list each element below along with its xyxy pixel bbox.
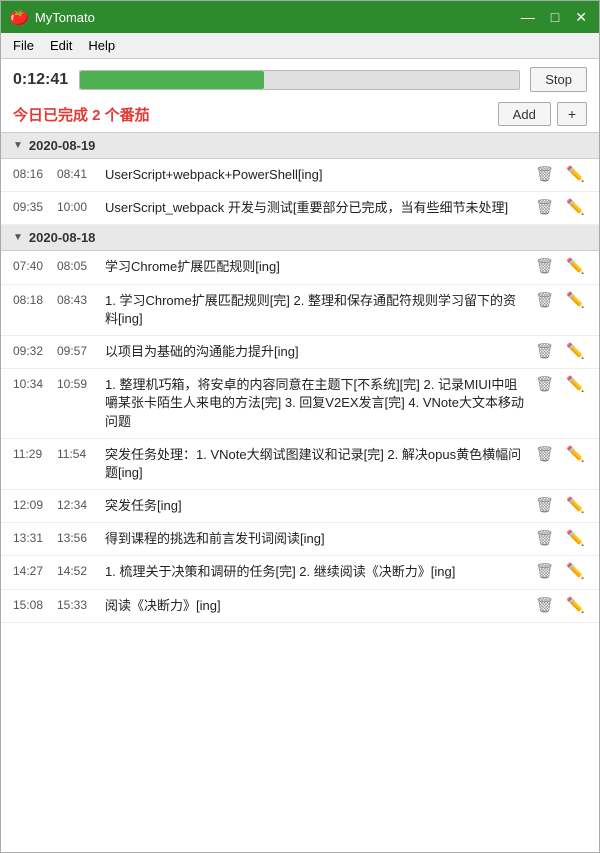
time-end: 10:00	[57, 199, 97, 214]
menu-help[interactable]: Help	[80, 36, 123, 55]
record-text: 学习Chrome扩展匹配规则[ing]	[105, 258, 525, 276]
menu-bar: File Edit Help	[1, 33, 599, 59]
app-icon: 🍅	[9, 7, 29, 27]
date-header[interactable]: ▼ 2020-08-19	[1, 133, 599, 159]
title-controls: — □ ✕	[517, 10, 591, 24]
collapse-icon: ▼	[13, 140, 23, 151]
edit-button[interactable]: ✏️	[564, 530, 587, 546]
date-label: 2020-08-19	[29, 138, 96, 153]
edit-button[interactable]: ✏️	[564, 376, 587, 392]
delete-button[interactable]: 🗑	[533, 530, 556, 546]
time-end: 08:05	[57, 258, 97, 273]
table-row: 08:18 08:43 1. 学习Chrome扩展匹配规则[完] 2. 整理和保…	[1, 285, 599, 336]
time-start: 08:16	[13, 166, 49, 181]
delete-button[interactable]: 🗑	[533, 199, 556, 215]
record-text: 1. 整理机巧箱，将安卓的内容同意在主题下[不系统][完] 2. 记录MIUI中…	[105, 376, 525, 431]
delete-button[interactable]: 🗑	[533, 597, 556, 613]
time-start: 09:35	[13, 199, 49, 214]
delete-button[interactable]: 🗑	[533, 376, 556, 392]
delete-button[interactable]: 🗑	[533, 343, 556, 359]
time-start: 10:34	[13, 376, 49, 391]
progress-bar-container	[79, 70, 520, 90]
timer-display: 0:12:41	[13, 71, 69, 89]
time-end: 13:56	[57, 530, 97, 545]
title-bar: 🍅 MyTomato — □ ✕	[1, 1, 599, 33]
edit-button[interactable]: ✏️	[564, 563, 587, 579]
time-start: 08:18	[13, 292, 49, 307]
table-row: 14:27 14:52 1. 梳理关于决策和调研的任务[完] 2. 继续阅读《决…	[1, 556, 599, 589]
time-end: 08:43	[57, 292, 97, 307]
progress-bar-fill	[80, 71, 264, 89]
stop-button[interactable]: Stop	[530, 67, 587, 92]
add-button[interactable]: Add	[498, 102, 551, 126]
toolbar: 0:12:41 Stop	[1, 59, 599, 100]
time-start: 15:08	[13, 597, 49, 612]
record-text: 得到课程的挑选和前言发刊词阅读[ing]	[105, 530, 525, 548]
table-row: 09:32 09:57 以项目为基础的沟通能力提升[ing] 🗑 ✏️	[1, 336, 599, 369]
time-start: 13:31	[13, 530, 49, 545]
edit-button[interactable]: ✏️	[564, 166, 587, 182]
edit-button[interactable]: ✏️	[564, 497, 587, 513]
menu-file[interactable]: File	[5, 36, 42, 55]
title-left: 🍅 MyTomato	[9, 7, 95, 27]
table-row: 12:09 12:34 突发任务[ing] 🗑 ✏️	[1, 490, 599, 523]
table-row: 15:08 15:33 阅读《决断力》[ing] 🗑 ✏️	[1, 590, 599, 623]
record-list[interactable]: ▼ 2020-08-19 08:16 08:41 UserScript+webpa…	[1, 132, 599, 852]
delete-button[interactable]: 🗑	[533, 497, 556, 513]
collapse-icon: ▼	[13, 232, 23, 243]
maximize-button[interactable]: □	[547, 10, 563, 24]
menu-edit[interactable]: Edit	[42, 36, 80, 55]
app-title: MyTomato	[35, 10, 95, 25]
table-row: 13:31 13:56 得到课程的挑选和前言发刊词阅读[ing] 🗑 ✏️	[1, 523, 599, 556]
status-bar: 今日已完成 2 个番茄 Add +	[1, 100, 599, 132]
table-row: 09:35 10:00 UserScript_webpack 开发与测试[重要部…	[1, 192, 599, 225]
edit-button[interactable]: ✏️	[564, 292, 587, 308]
time-end: 11:54	[57, 446, 97, 461]
status-text: 今日已完成 2 个番茄	[13, 104, 150, 125]
time-end: 15:33	[57, 597, 97, 612]
time-start: 09:32	[13, 343, 49, 358]
close-button[interactable]: ✕	[571, 10, 591, 24]
delete-button[interactable]: 🗑	[533, 563, 556, 579]
edit-button[interactable]: ✏️	[564, 343, 587, 359]
delete-button[interactable]: 🗑	[533, 292, 556, 308]
main-window: 🍅 MyTomato — □ ✕ File Edit Help 0:12:41 …	[0, 0, 600, 853]
minimize-button[interactable]: —	[517, 10, 539, 24]
record-text: 以项目为基础的沟通能力提升[ing]	[105, 343, 525, 361]
date-label: 2020-08-18	[29, 230, 96, 245]
record-text: 突发任务处理：1. VNote大纲试图建议和记录[完] 2. 解决opus黄色横…	[105, 446, 525, 482]
delete-button[interactable]: 🗑	[533, 166, 556, 182]
record-text: 突发任务[ing]	[105, 497, 525, 515]
time-end: 10:59	[57, 376, 97, 391]
time-start: 14:27	[13, 563, 49, 578]
edit-button[interactable]: ✏️	[564, 597, 587, 613]
table-row: 10:34 10:59 1. 整理机巧箱，将安卓的内容同意在主题下[不系统][完…	[1, 369, 599, 439]
date-group: ▼ 2020-08-18 07:40 08:05 学习Chrome扩展匹配规则[i…	[1, 225, 599, 622]
plus-button[interactable]: +	[557, 102, 587, 126]
time-start: 11:29	[13, 446, 49, 461]
table-row: 08:16 08:41 UserScript+webpack+PowerShel…	[1, 159, 599, 192]
time-end: 09:57	[57, 343, 97, 358]
delete-button[interactable]: 🗑	[533, 446, 556, 462]
record-text: 1. 梳理关于决策和调研的任务[完] 2. 继续阅读《决断力》[ing]	[105, 563, 525, 581]
table-row: 11:29 11:54 突发任务处理：1. VNote大纲试图建议和记录[完] …	[1, 439, 599, 490]
record-text: UserScript+webpack+PowerShell[ing]	[105, 166, 525, 184]
date-group: ▼ 2020-08-19 08:16 08:41 UserScript+webpa…	[1, 133, 599, 225]
delete-button[interactable]: 🗑	[533, 258, 556, 274]
time-start: 07:40	[13, 258, 49, 273]
time-end: 14:52	[57, 563, 97, 578]
edit-button[interactable]: ✏️	[564, 258, 587, 274]
edit-button[interactable]: ✏️	[564, 199, 587, 215]
time-start: 12:09	[13, 497, 49, 512]
record-text: UserScript_webpack 开发与测试[重要部分已完成，当有些细节未处…	[105, 199, 525, 217]
status-actions: Add +	[498, 102, 587, 126]
record-text: 1. 学习Chrome扩展匹配规则[完] 2. 整理和保存通配符规则学习留下的资…	[105, 292, 525, 328]
date-header[interactable]: ▼ 2020-08-18	[1, 225, 599, 251]
record-text: 阅读《决断力》[ing]	[105, 597, 525, 615]
edit-button[interactable]: ✏️	[564, 446, 587, 462]
table-row: 07:40 08:05 学习Chrome扩展匹配规则[ing] 🗑 ✏️	[1, 251, 599, 284]
time-end: 12:34	[57, 497, 97, 512]
time-end: 08:41	[57, 166, 97, 181]
